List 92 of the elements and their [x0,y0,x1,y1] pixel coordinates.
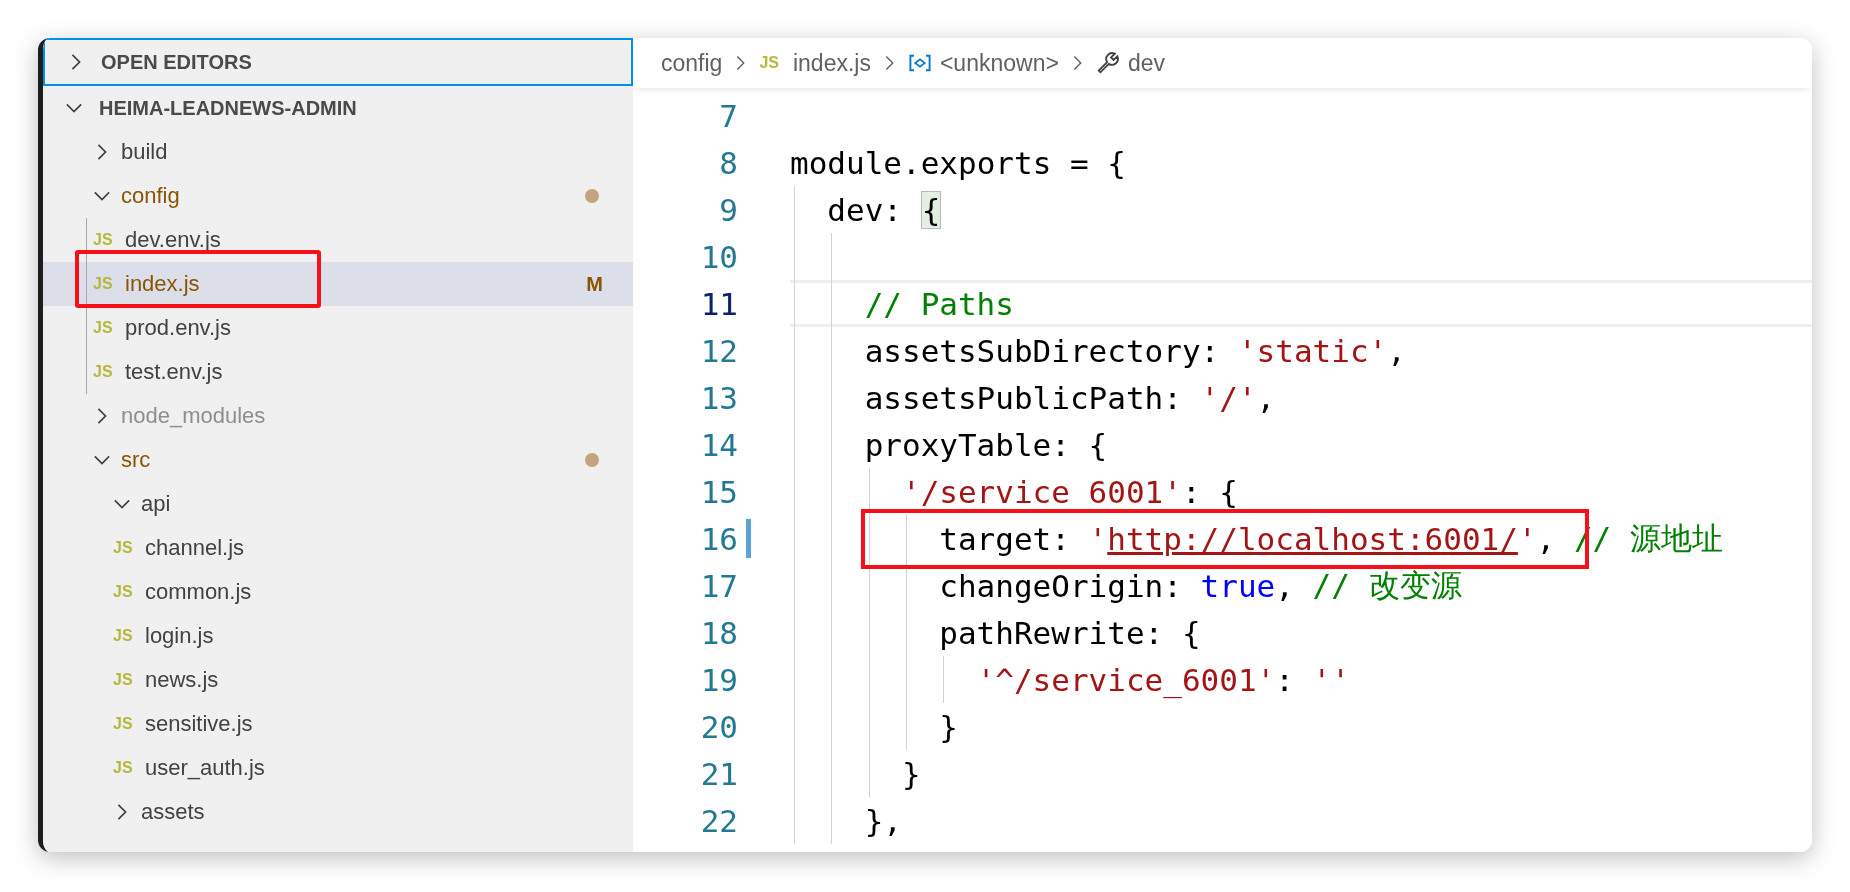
code-text: , [1387,332,1406,369]
line-number: 12 [699,332,738,369]
code-text: : { [1181,473,1238,510]
tree-item[interactable]: JS prod.env.js [43,306,633,350]
line-number: 7 [718,97,738,134]
code-text: assetsSubDirectory: [864,332,1221,369]
tree-item[interactable]: JS dev.env.js [43,218,633,262]
chevron-icon [884,55,894,71]
code-text: assetsPublicPath: [864,379,1183,416]
line-number: 19 [699,661,738,698]
tree-item[interactable]: JS common.js [43,570,633,614]
line-number: 11 [699,285,738,322]
code-text: , [1536,520,1557,557]
js-file-icon: JS [93,319,117,337]
code-text: , [1275,567,1295,604]
js-file-icon: JS [113,583,137,601]
code-text: } [939,708,958,745]
line-number: 20 [699,708,738,745]
code-comment: // 改变源 [1312,565,1462,605]
tree-item[interactable]: JS channel.js [43,526,633,570]
js-file-icon: JS [93,363,117,381]
code-text: proxyTable: { [864,426,1108,463]
tree-item[interactable]: JS test.env.js [43,350,633,394]
code-comment: // Paths [864,285,1014,322]
chevron-icon [113,499,131,509]
code-text: pathRewrite: { [939,614,1201,651]
string-literal: '/service 6001' [901,473,1182,510]
tree-item[interactable]: JS login.js [43,614,633,658]
string-literal: ' [1088,520,1108,557]
line-number: 17 [699,567,738,604]
string-literal: ' [1517,520,1537,557]
js-file-icon: JS [113,715,137,733]
tree-item[interactable]: config [43,174,633,218]
string-literal: '' [1312,661,1350,698]
code-text: dev: [827,191,903,228]
matched-bracket: { [920,190,942,229]
modified-dot-icon [585,453,599,467]
code-text: , [1256,379,1276,416]
string-literal: '^/service_6001' [976,661,1276,698]
line-number: 15 [699,473,738,510]
chevron-icon [97,143,107,161]
line-number: 13 [699,379,738,416]
code-text: module.exports = { [790,144,1126,181]
string-literal: 'static' [1237,332,1388,369]
symbol-icon [907,52,932,74]
chevron-icon [97,407,107,425]
js-file-icon: JS [113,627,137,645]
line-number: 14 [699,426,738,463]
git-status-label: M [586,272,603,296]
string-literal: '/' [1200,379,1257,416]
js-file-icon: JS [93,275,117,293]
tree-item[interactable]: JS index.js M [43,262,633,306]
code-text: } [901,755,921,792]
js-file-icon: JS [113,671,137,689]
tree-item[interactable]: build [43,130,633,174]
breadcrumb-item[interactable]: config [661,49,723,77]
project-header[interactable]: HEIMA-LEADNEWS-ADMIN [43,86,633,130]
js-file-icon: JS [113,539,137,557]
url-link[interactable]: http://localhost:6001/ [1107,520,1518,557]
wrench-icon [1095,52,1120,74]
line-number: 18 [699,614,738,651]
chevron-icon [93,191,111,201]
js-file-icon: JS [93,231,117,249]
code-text: changeOrigin: [939,567,1183,604]
breadcrumb-item[interactable]: dev [1095,49,1165,77]
chevron-icon [65,103,83,113]
line-number: 16 [699,520,738,557]
line-number: 9 [718,191,738,228]
modified-dot-icon [585,189,599,203]
chevron-icon [1072,55,1082,71]
line-number: 10 [699,238,738,275]
breadcrumb-item[interactable]: JS index.js [759,49,871,77]
keyword: true [1200,567,1276,604]
breadcrumb-item[interactable]: <unknown> [907,49,1059,77]
line-number: 22 [699,802,738,839]
tree-item[interactable]: JS sensitive.js [43,702,633,746]
code-text: }, [864,802,902,839]
chevron-icon [117,803,127,821]
chevron-icon [736,55,746,71]
line-number: 8 [718,144,738,181]
code-text: : [1275,661,1295,698]
tree-item[interactable]: JS user_auth.js [43,746,633,790]
chevron-icon [93,455,111,465]
js-file-icon: JS [113,759,137,777]
tree-item[interactable]: src [43,438,633,482]
open-editors-header[interactable]: OPEN EDITORS [43,38,633,86]
chevron-icon [71,53,81,71]
code-text: target: [939,520,1071,557]
tree-item[interactable]: api [43,482,633,526]
tree-item[interactable]: JS news.js [43,658,633,702]
tree-item[interactable]: assets [43,790,633,834]
line-number: 21 [699,755,738,792]
